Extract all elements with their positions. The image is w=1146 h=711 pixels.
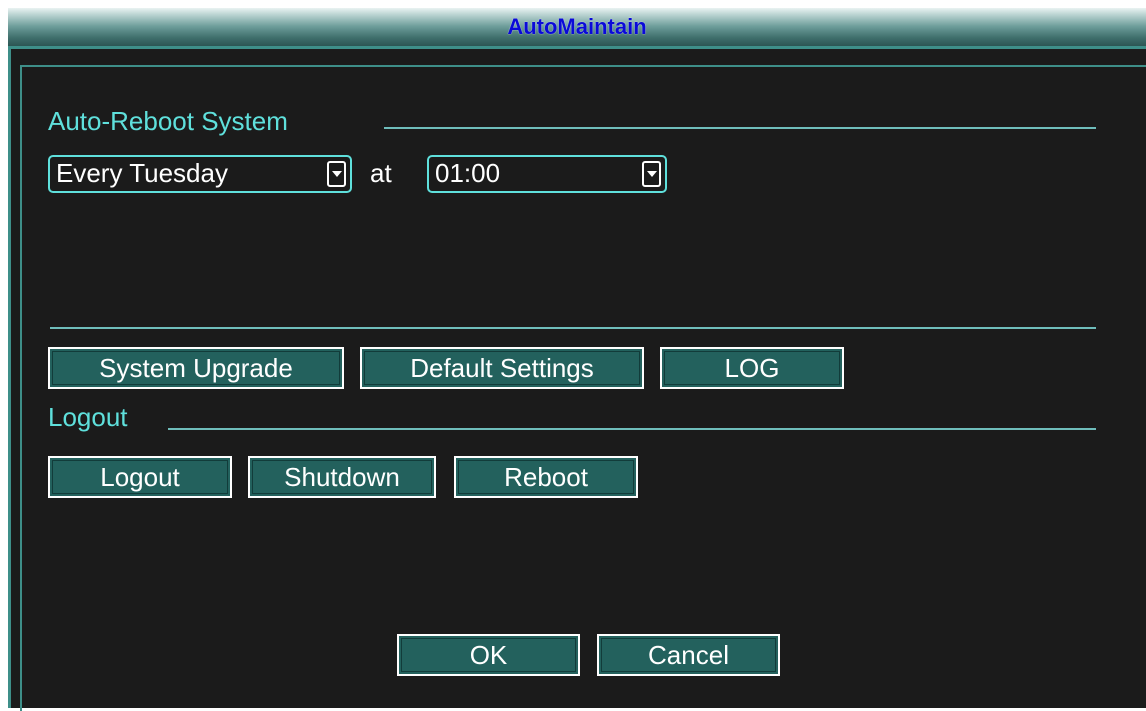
at-label: at [370,158,392,188]
section-divider [50,327,1096,329]
reboot-button[interactable]: Reboot [454,456,638,498]
ok-button[interactable]: OK [397,634,580,676]
default-settings-button[interactable]: Default Settings [360,347,644,389]
shutdown-button[interactable]: Shutdown [248,456,436,498]
logout-divider [168,428,1096,430]
reboot-time-value: 01:00 [435,158,501,188]
reboot-time-select[interactable]: 01:00 [427,155,667,193]
window-title: AutoMaintain [507,14,647,39]
window-titlebar: AutoMaintain [8,8,1146,46]
logout-button[interactable]: Logout [48,456,232,498]
logout-section-label: Logout [48,402,128,432]
system-upgrade-button[interactable]: System Upgrade [48,347,344,389]
auto-reboot-divider [384,127,1096,129]
auto-reboot-section-label: Auto-Reboot System [48,106,288,136]
log-button[interactable]: LOG [660,347,844,389]
reboot-day-value: Every Tuesday [56,158,228,188]
cancel-button[interactable]: Cancel [597,634,780,676]
reboot-day-select[interactable]: Every Tuesday [48,155,352,193]
chevron-down-icon[interactable] [642,161,661,187]
chevron-down-icon[interactable] [327,161,346,187]
